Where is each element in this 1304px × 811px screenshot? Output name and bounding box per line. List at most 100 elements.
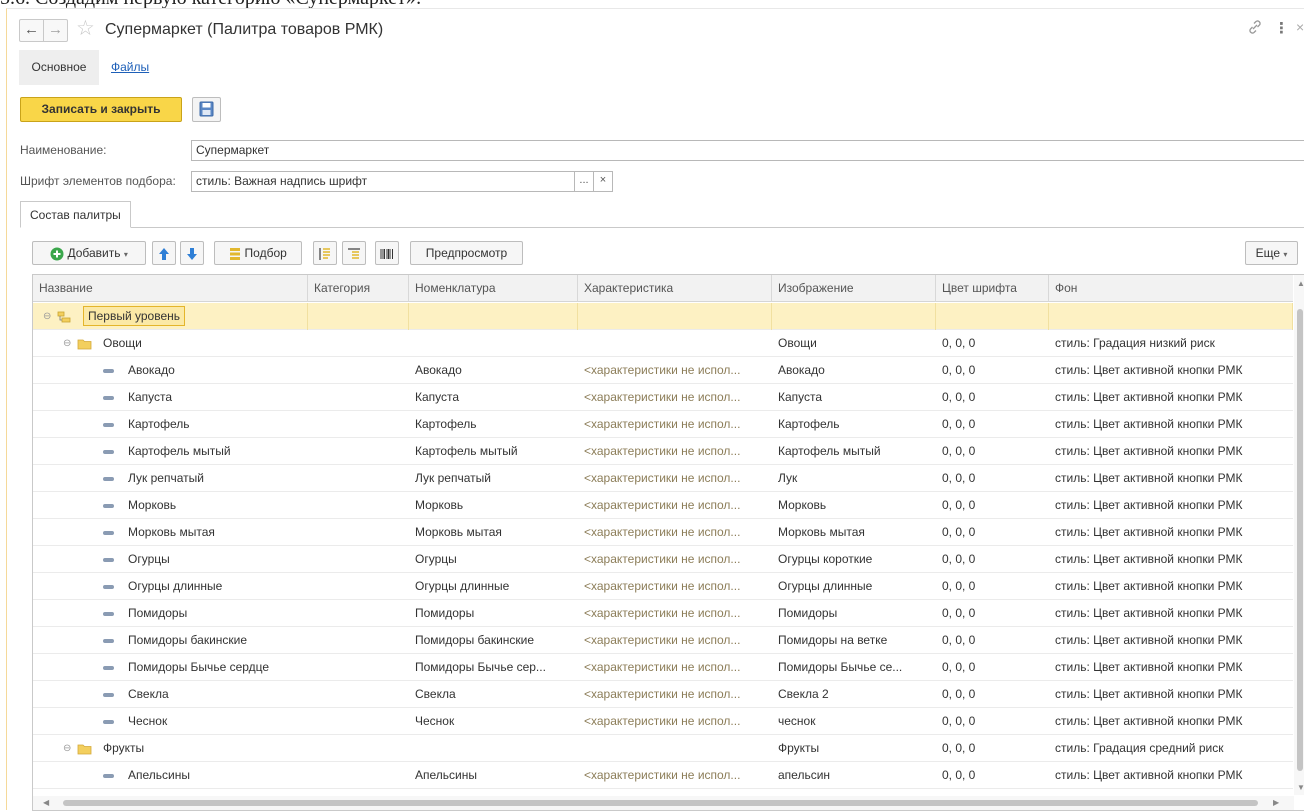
save-button[interactable] <box>192 97 221 122</box>
cell-background[interactable] <box>1049 303 1293 330</box>
cell-characteristic[interactable] <box>578 735 772 762</box>
table-group-row[interactable]: ⊖ Первый уровень <box>33 303 1293 330</box>
cell-image[interactable]: Фрукты <box>772 735 936 762</box>
cell-category[interactable] <box>308 384 409 411</box>
cell-font-color[interactable]: 0, 0, 0 <box>936 519 1049 546</box>
cell-characteristic[interactable]: <характеристики не испол... <box>578 492 772 519</box>
cell-image[interactable]: Лук <box>772 465 936 492</box>
cell-name[interactable]: Авокадо <box>122 357 308 384</box>
cell-category[interactable] <box>308 708 409 735</box>
cell-font-color[interactable]: 0, 0, 0 <box>936 465 1049 492</box>
cell-category[interactable] <box>308 600 409 627</box>
current-cell-editor[interactable]: Первый уровень <box>83 306 186 326</box>
cell-category[interactable] <box>308 546 409 573</box>
cell-font-color[interactable]: 0, 0, 0 <box>936 708 1049 735</box>
cell-font-color[interactable]: 0, 0, 0 <box>936 762 1049 789</box>
cell-name[interactable]: Огурцы <box>122 546 308 573</box>
cell-font-color[interactable]: 0, 0, 0 <box>936 357 1049 384</box>
pick-button[interactable]: Подбор <box>214 241 302 265</box>
cell-background[interactable]: стиль: Цвет активной кнопки РМК <box>1049 762 1293 789</box>
cell-name[interactable]: Огурцы длинные <box>122 573 308 600</box>
collapse-toggle-icon[interactable]: ⊖ <box>43 311 51 322</box>
scroll-up-icon[interactable]: ▲ <box>1297 279 1304 288</box>
cell-nomenclature[interactable]: Свекла <box>409 681 578 708</box>
table-row[interactable]: Чеснок Чеснок <характеристики не испол... ч… <box>33 708 1293 735</box>
cell-characteristic[interactable]: <характеристики не испол... <box>578 411 772 438</box>
cell-category[interactable] <box>308 681 409 708</box>
cell-characteristic[interactable]: <характеристики не испол... <box>578 546 772 573</box>
cell-characteristic[interactable]: <характеристики не испол... <box>578 681 772 708</box>
cell-nomenclature[interactable]: Морковь <box>409 492 578 519</box>
cell-name[interactable]: Овощи <box>97 330 308 357</box>
link-icon[interactable] <box>1247 19 1263 39</box>
table-row[interactable]: Капуста Капуста <характеристики не испол..… <box>33 384 1293 411</box>
cell-characteristic[interactable]: <характеристики не испол... <box>578 762 772 789</box>
cell-font-color[interactable]: 0, 0, 0 <box>936 735 1049 762</box>
cell-font-color[interactable]: 0, 0, 0 <box>936 438 1049 465</box>
cell-characteristic[interactable]: <характеристики не испол... <box>578 438 772 465</box>
cell-name[interactable]: Капуста <box>122 384 308 411</box>
cell-characteristic[interactable]: <характеристики не испол... <box>578 708 772 735</box>
cell-image[interactable]: Картофель мытый <box>772 438 936 465</box>
move-down-button[interactable] <box>180 241 204 265</box>
more-menu-icon[interactable]: ⋮ <box>1274 19 1289 37</box>
collapse-toggle-icon[interactable]: ⊖ <box>63 743 71 754</box>
cell-category[interactable] <box>308 573 409 600</box>
cell-name[interactable]: Картофель мытый <box>122 438 308 465</box>
cell-name[interactable]: Помидоры бакинские <box>122 627 308 654</box>
cell-category[interactable] <box>308 735 409 762</box>
cell-nomenclature[interactable]: Лук репчатый <box>409 465 578 492</box>
cell-name[interactable]: Чеснок <box>122 708 308 735</box>
column-header-nomenclature[interactable]: Номенклатура <box>409 275 578 302</box>
table-row[interactable]: Картофель Картофель <характеристики не исп… <box>33 411 1293 438</box>
barcode-button[interactable] <box>375 241 399 265</box>
cell-font-color[interactable]: 0, 0, 0 <box>936 384 1049 411</box>
cell-background[interactable]: стиль: Цвет активной кнопки РМК <box>1049 438 1293 465</box>
table-row[interactable]: Свекла Свекла <характеристики не испол... С… <box>33 681 1293 708</box>
cell-nomenclature[interactable]: Помидоры <box>409 600 578 627</box>
cell-font-color[interactable]: 0, 0, 0 <box>936 600 1049 627</box>
cell-image[interactable]: Помидоры Бычье се... <box>772 654 936 681</box>
cell-background[interactable]: стиль: Цвет активной кнопки РМК <box>1049 411 1293 438</box>
close-icon[interactable]: × <box>1296 19 1304 35</box>
cell-nomenclature[interactable]: Капуста <box>409 384 578 411</box>
cell-characteristic[interactable] <box>578 303 772 330</box>
cell-nomenclature[interactable]: Картофель мытый <box>409 438 578 465</box>
cell-image[interactable] <box>772 303 936 330</box>
cell-background[interactable]: стиль: Цвет активной кнопки РМК <box>1049 546 1293 573</box>
cell-category[interactable] <box>308 330 409 357</box>
table-row[interactable]: Морковь Морковь <характеристики не испол..… <box>33 492 1293 519</box>
cell-nomenclature[interactable] <box>409 303 578 330</box>
forward-button[interactable]: → <box>43 19 68 42</box>
table-row[interactable]: Огурцы Огурцы <характеристики не испол... О… <box>33 546 1293 573</box>
cell-name[interactable]: Картофель <box>122 411 308 438</box>
save-and-close-button[interactable]: Записать и закрыть <box>20 97 182 122</box>
cell-background[interactable]: стиль: Цвет активной кнопки РМК <box>1049 681 1293 708</box>
scroll-down-icon[interactable]: ▼ <box>1297 783 1304 792</box>
tab-palette-composition[interactable]: Состав палитры <box>20 201 131 228</box>
cell-category[interactable] <box>308 519 409 546</box>
cell-image[interactable]: Овощи <box>772 330 936 357</box>
cell-background[interactable]: стиль: Цвет активной кнопки РМК <box>1049 600 1293 627</box>
cell-characteristic[interactable]: <характеристики не испол... <box>578 384 772 411</box>
cell-image[interactable]: Морковь мытая <box>772 519 936 546</box>
cell-nomenclature[interactable]: Авокадо <box>409 357 578 384</box>
cell-nomenclature[interactable]: Помидоры Бычье сер... <box>409 654 578 681</box>
cell-background[interactable]: стиль: Градация низкий риск <box>1049 330 1293 357</box>
back-button[interactable]: ← <box>19 19 44 42</box>
cell-nomenclature[interactable]: Картофель <box>409 411 578 438</box>
cell-font-color[interactable]: 0, 0, 0 <box>936 492 1049 519</box>
cell-font-color[interactable]: 0, 0, 0 <box>936 681 1049 708</box>
cell-font-color[interactable]: 0, 0, 0 <box>936 330 1049 357</box>
table-row[interactable]: Апельсины Апельсины <характеристики не исп… <box>33 762 1293 789</box>
cell-category[interactable] <box>308 438 409 465</box>
cell-font-color[interactable]: 0, 0, 0 <box>936 546 1049 573</box>
add-button[interactable]: Добавить ▾ <box>32 241 146 265</box>
cell-image[interactable]: Капуста <box>772 384 936 411</box>
cell-background[interactable]: стиль: Цвет активной кнопки РМК <box>1049 708 1293 735</box>
cell-name[interactable]: Апельсины <box>122 762 308 789</box>
cell-category[interactable] <box>308 762 409 789</box>
tab-main[interactable]: Основное <box>19 50 99 85</box>
cell-nomenclature[interactable]: Апельсины <box>409 762 578 789</box>
scroll-right-icon[interactable]: ▶ <box>1273 798 1279 807</box>
